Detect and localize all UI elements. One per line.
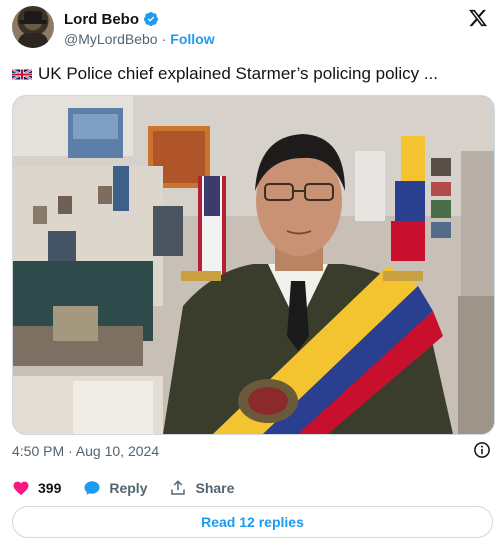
author-handle[interactable]: @MyLordBebo (64, 31, 158, 47)
author-name[interactable]: Lord Bebo (64, 11, 139, 28)
tweet-header: Lord Bebo @MyLordBebo · Follow (12, 6, 492, 50)
author-handle-row: @MyLordBebo · Follow (64, 31, 215, 47)
tweet-text-row: UK Police chief explained Starmer’s poli… (12, 63, 438, 85)
share-icon (171, 480, 186, 495)
reply-label: Reply (109, 480, 148, 496)
handle-separator: · (161, 31, 167, 47)
share-label: Share (195, 480, 235, 496)
speech-bubble-icon (84, 481, 100, 495)
x-logo-icon[interactable] (468, 8, 488, 28)
tweet-video[interactable] (12, 95, 495, 435)
info-icon[interactable] (473, 441, 491, 459)
avatar-coat (18, 33, 48, 48)
author-name-row: Lord Bebo (64, 10, 159, 28)
avatar-hat-brim (19, 20, 47, 24)
follow-button[interactable]: Follow (170, 31, 214, 47)
share-button[interactable]: Share (169, 479, 234, 497)
tweet-timestamp[interactable]: 4:50 PM · Aug 10, 2024 (12, 443, 159, 459)
heart-icon (13, 481, 29, 496)
read-replies-button[interactable]: Read 12 replies (12, 506, 493, 538)
avatar[interactable] (12, 6, 54, 48)
video-frame (13, 96, 494, 434)
like-count: 399 (38, 480, 62, 496)
tweet-text: UK Police chief explained Starmer’s poli… (38, 64, 439, 83)
tweet-actions: 399 Reply Share (12, 478, 256, 498)
like-button[interactable]: 399 (12, 479, 61, 497)
uk-flag-icon (12, 68, 32, 80)
verified-badge-icon (144, 12, 158, 26)
reply-button[interactable]: Reply (83, 479, 147, 497)
